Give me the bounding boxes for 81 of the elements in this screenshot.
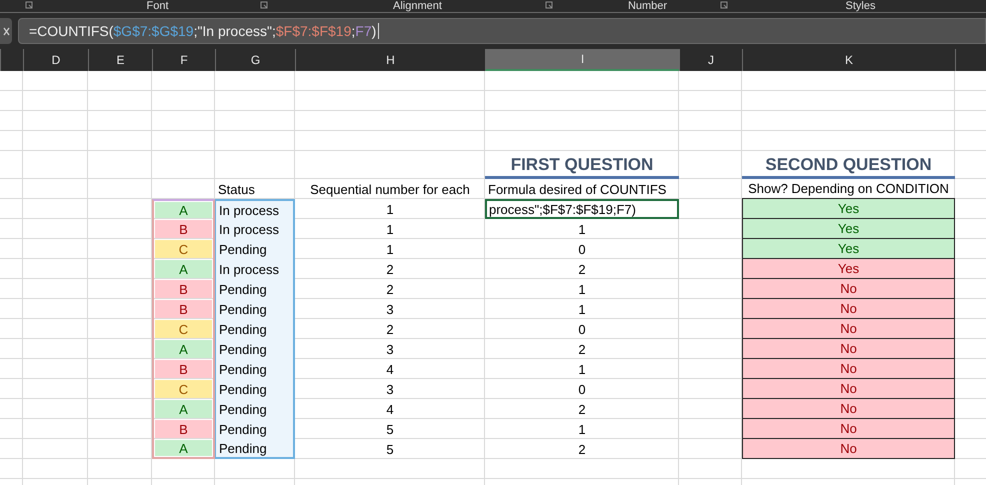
result-cell: No — [742, 339, 955, 359]
result-cell: No — [742, 319, 955, 339]
column-label: Status — [217, 180, 256, 198]
table-cell-text: 1 — [577, 280, 587, 298]
table-cell-text: 0 — [577, 320, 587, 338]
table-cell-text: 1 — [577, 420, 587, 438]
table-cell-text: 1 — [385, 240, 395, 258]
status-cell: Pending — [215, 439, 295, 459]
table-cell-text: 0 — [577, 240, 587, 258]
result-cell: No — [742, 379, 955, 399]
ribbon-group-label: Styles — [846, 0, 876, 12]
grade-cell: A — [152, 259, 215, 279]
column-label: Formula desired of COUNTIFS — [487, 180, 668, 198]
active-cell[interactable]: process";$F$7:$F$19;F7) — [485, 199, 679, 219]
function-icon[interactable] — [0, 18, 12, 44]
table-cell-text: 2 — [577, 340, 587, 358]
status-cell: In process — [215, 259, 295, 279]
section-title: FIRST QUESTION — [485, 155, 679, 179]
table-cell-text: 2 — [385, 280, 395, 298]
table-cell-text: 4 — [385, 400, 395, 418]
result-cell: No — [742, 399, 955, 419]
status-cell: Pending — [215, 319, 295, 339]
table-cell-text: 5 — [385, 440, 395, 458]
status-cell: In process — [215, 219, 295, 239]
table-cell-text: 1 — [577, 300, 587, 318]
table-cell-text: 2 — [577, 400, 587, 418]
result-cell: No — [742, 359, 955, 379]
result-cell: Yes — [742, 199, 955, 219]
grade-cell: C — [152, 239, 215, 259]
table-cell-text: 3 — [385, 380, 395, 398]
result-cell: Yes — [742, 219, 955, 239]
table-cell-text: 2 — [385, 320, 395, 338]
table-cell-text: 1 — [385, 220, 395, 238]
status-cell: Pending — [215, 239, 295, 259]
table-cell-text: 5 — [385, 420, 395, 438]
dialog-launcher-icon[interactable] — [260, 1, 269, 10]
column-label: Sequential number for each — [309, 180, 471, 199]
grade-cell: A — [152, 399, 215, 419]
ribbon-group-label: Number — [628, 0, 668, 12]
status-cell: Pending — [215, 339, 295, 359]
table-cell-text: 2 — [577, 260, 587, 278]
table-cell-text: 0 — [577, 380, 587, 398]
result-cell: Yes — [742, 239, 955, 259]
table-cell-text: 3 — [385, 340, 395, 358]
grade-cell: C — [152, 379, 215, 399]
result-cell: No — [742, 419, 955, 439]
dialog-launcher-icon[interactable] — [545, 1, 554, 10]
grade-cell: B — [152, 219, 215, 239]
column-header[interactable]: I — [485, 49, 679, 71]
result-cell: No — [742, 299, 955, 319]
formula-bar[interactable]: =COUNTIFS($G$7:$G$19;"In process";$F$7:$F$19;F7) — [18, 18, 986, 44]
grade-cell: B — [152, 419, 215, 439]
dialog-launcher-icon[interactable] — [25, 1, 34, 10]
table-cell-text: 3 — [385, 300, 395, 318]
grade-cell: B — [152, 359, 215, 379]
table-cell-text: 2 — [577, 440, 587, 458]
table-cell-text: 4 — [385, 360, 395, 378]
status-cell: Pending — [215, 359, 295, 379]
result-cell: No — [742, 279, 955, 299]
grade-cell: A — [152, 339, 215, 359]
section-title: SECOND QUESTION — [742, 155, 955, 179]
grade-cell: C — [152, 319, 215, 339]
grade-cell: B — [152, 279, 215, 299]
table-cell-text: 1 — [577, 220, 587, 238]
status-cell: Pending — [215, 419, 295, 439]
ribbon-group-label: Font — [146, 0, 168, 12]
result-cell: Yes — [742, 259, 955, 279]
status-cell: Pending — [215, 299, 295, 319]
table-cell-text: 2 — [385, 260, 395, 278]
grade-cell: B — [152, 299, 215, 319]
table-cell-text: 1 — [385, 200, 395, 218]
result-cell: No — [742, 439, 955, 459]
grade-cell: A — [152, 439, 215, 459]
status-cell: Pending — [215, 279, 295, 299]
status-cell: Pending — [215, 379, 295, 399]
grade-cell: A — [152, 199, 215, 219]
ribbon-group-label: Alignment — [393, 0, 442, 12]
table-cell-text: 1 — [577, 360, 587, 378]
status-cell: Pending — [215, 399, 295, 419]
status-cell: In process — [215, 199, 295, 219]
dialog-launcher-icon[interactable] — [720, 1, 729, 10]
